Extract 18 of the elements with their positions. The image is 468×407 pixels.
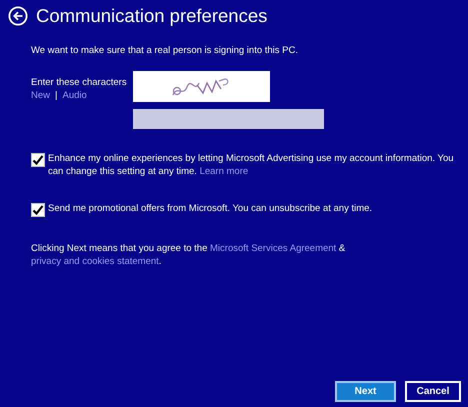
audio-link[interactable]: Audio	[62, 89, 87, 102]
next-button[interactable]: Next	[335, 381, 396, 402]
captcha-label: Enter these characters	[31, 77, 127, 88]
learn-more-link[interactable]: Learn more	[200, 166, 248, 177]
captcha-input[interactable]	[133, 109, 324, 129]
intro-text: We want to make sure that a real person is signing into this PC.	[31, 45, 300, 56]
page-title: Communication preferences	[36, 5, 268, 27]
agreement-link[interactable]: privacy and cookies statement	[31, 256, 159, 267]
cancel-button[interactable]: Cancel	[405, 381, 461, 402]
separator: |	[55, 89, 58, 102]
agreement-link[interactable]: Microsoft Services Agreement	[210, 243, 336, 254]
checkbox[interactable]	[31, 203, 45, 217]
agreement-text: Clicking Next means that you agree to the Microsoft Services Agreement & privacy and cookies statement.	[31, 242, 346, 268]
option-text: Send me promotional offers from Microsoft. You can unsubscribe at any time.	[48, 202, 374, 215]
checkbox[interactable]	[31, 153, 45, 167]
option-text: Enhance my online experiences by letting Microsoft Advertising use my account information. You can change this setting at any time. Learn more	[48, 152, 455, 178]
back-icon[interactable]	[8, 6, 28, 26]
new-link[interactable]: New	[31, 89, 50, 102]
